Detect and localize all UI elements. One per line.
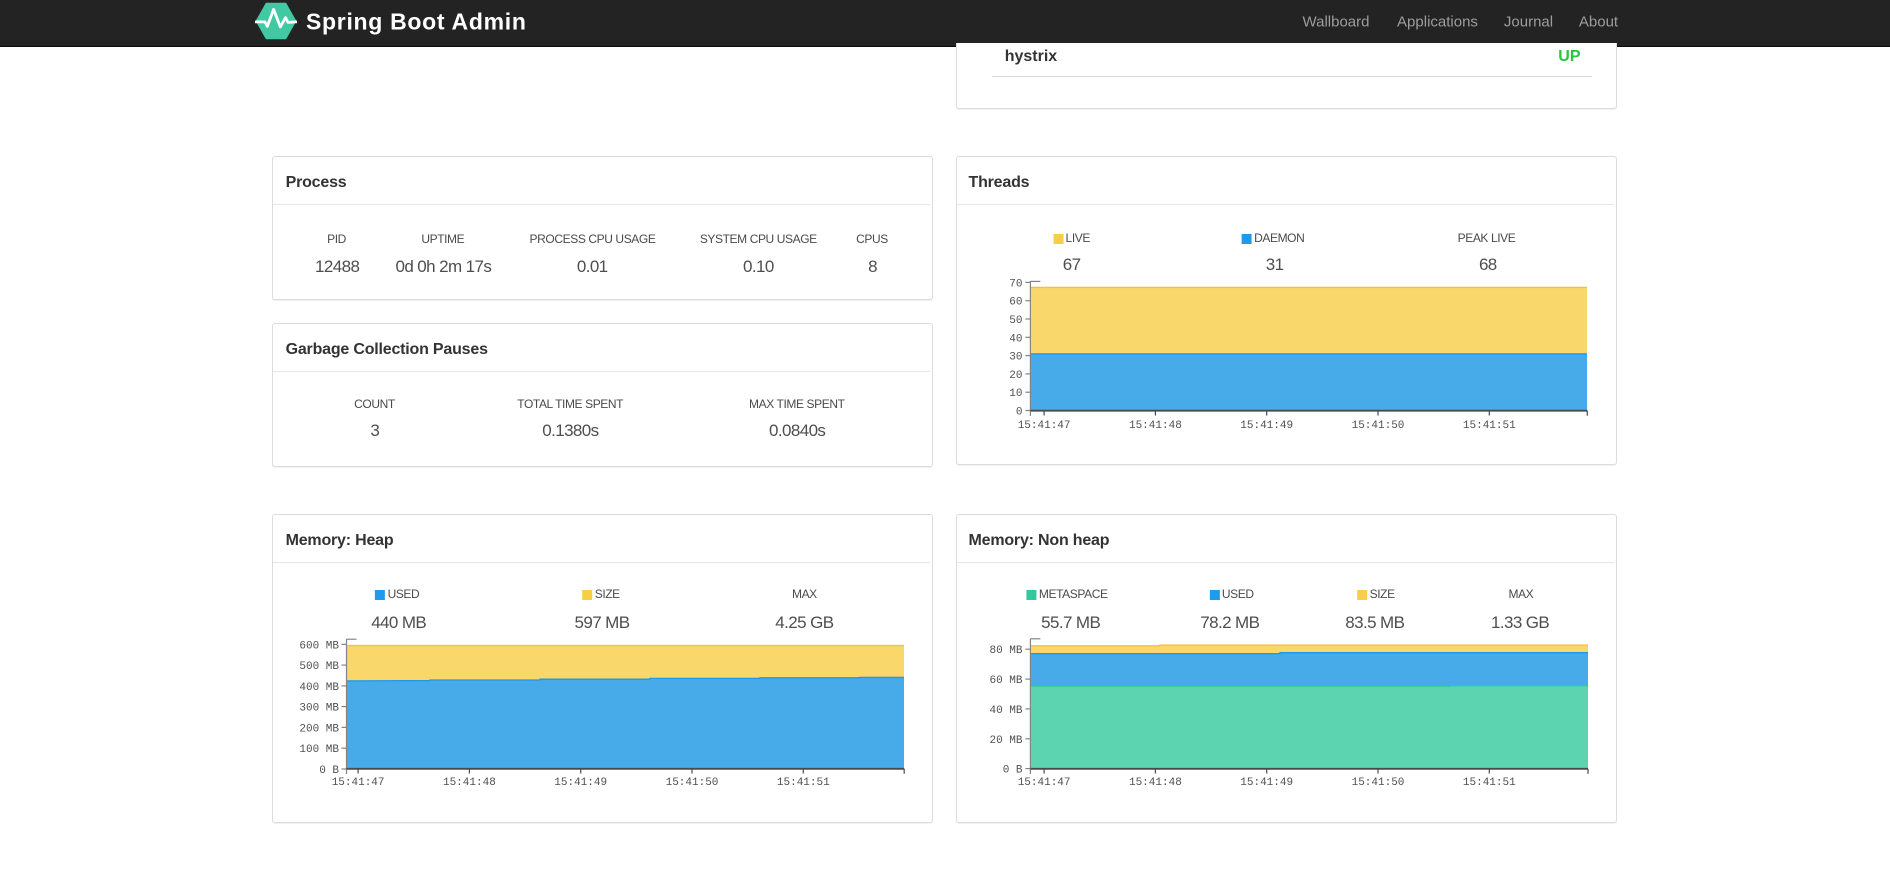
svg-text:100 MB: 100 MB: [299, 744, 339, 756]
svg-text:15:41:49: 15:41:49: [1240, 420, 1293, 432]
svg-text:20 MB: 20 MB: [989, 735, 1022, 747]
svg-text:15:41:47: 15:41:47: [1018, 777, 1071, 789]
svg-text:15:41:50: 15:41:50: [1352, 777, 1405, 789]
svg-text:15:41:49: 15:41:49: [1240, 777, 1293, 789]
svg-text:15:41:50: 15:41:50: [1352, 420, 1405, 432]
svg-text:40: 40: [1009, 333, 1022, 345]
svg-text:400 MB: 400 MB: [299, 682, 339, 694]
svg-text:40 MB: 40 MB: [989, 705, 1022, 717]
svg-text:15:41:51: 15:41:51: [1463, 777, 1516, 789]
svg-text:50: 50: [1009, 315, 1022, 327]
svg-text:15:41:51: 15:41:51: [777, 777, 830, 789]
svg-text:60 MB: 60 MB: [989, 675, 1022, 687]
svg-text:300 MB: 300 MB: [299, 703, 339, 715]
svg-text:15:41:51: 15:41:51: [1463, 420, 1516, 432]
svg-text:0 B: 0 B: [1003, 765, 1023, 777]
svg-text:20: 20: [1009, 370, 1022, 382]
svg-text:0: 0: [1016, 407, 1023, 419]
svg-text:60: 60: [1009, 297, 1022, 309]
svg-text:0 B: 0 B: [319, 765, 339, 777]
svg-text:30: 30: [1009, 352, 1022, 364]
svg-text:10: 10: [1009, 388, 1022, 400]
svg-text:500 MB: 500 MB: [299, 661, 339, 673]
svg-text:70: 70: [1009, 278, 1022, 290]
svg-text:15:41:50: 15:41:50: [666, 777, 719, 789]
svg-text:15:41:47: 15:41:47: [332, 777, 385, 789]
svg-text:15:41:48: 15:41:48: [1129, 777, 1182, 789]
svg-text:80 MB: 80 MB: [989, 645, 1022, 657]
svg-text:200 MB: 200 MB: [299, 723, 339, 735]
svg-text:600 MB: 600 MB: [299, 640, 339, 652]
svg-text:15:41:49: 15:41:49: [554, 777, 607, 789]
svg-text:15:41:47: 15:41:47: [1018, 420, 1071, 432]
svg-text:15:41:48: 15:41:48: [443, 777, 496, 789]
svg-text:15:41:48: 15:41:48: [1129, 420, 1182, 432]
